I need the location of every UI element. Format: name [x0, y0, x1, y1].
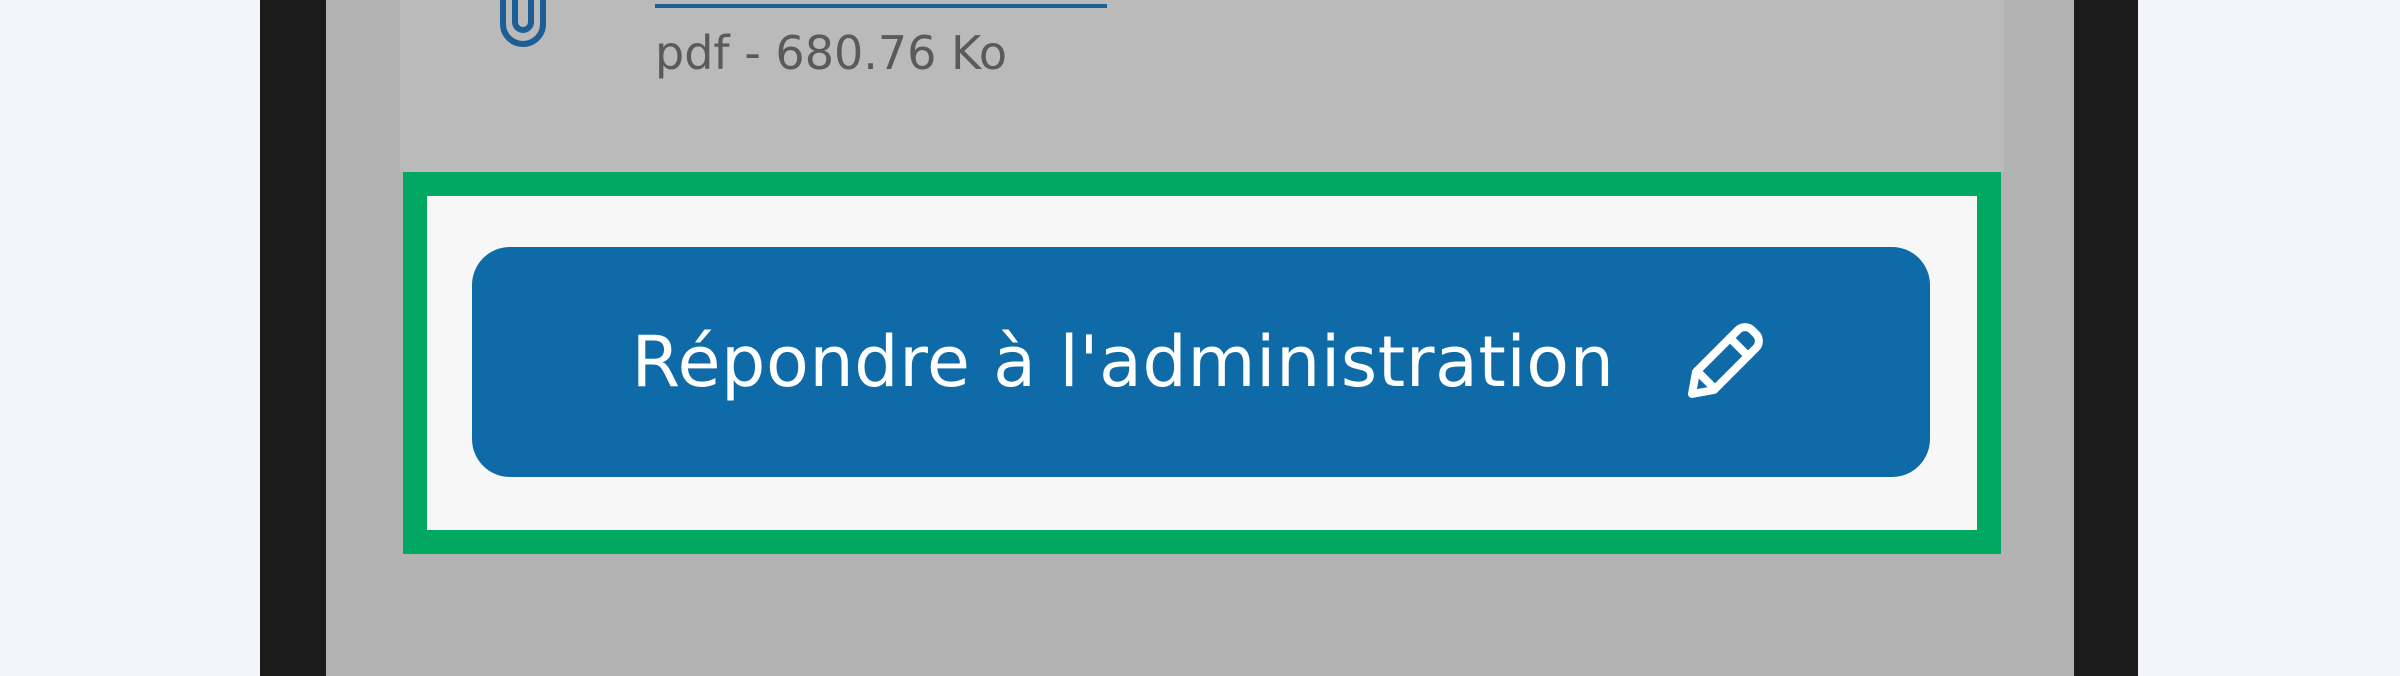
- pencil-icon: [1688, 323, 1764, 398]
- reply-to-administration-button[interactable]: Répondre à l'administration: [472, 247, 1930, 477]
- reply-button-label: Répondre à l'administration: [631, 321, 1615, 403]
- attachment-link[interactable]: [655, 4, 1107, 8]
- attachment-card: [400, 0, 2004, 172]
- app-screen: pdf - 680.76 Ko Répondre à l'administrat…: [0, 0, 2400, 676]
- paperclip-icon: [500, 0, 546, 47]
- attachment-file-info: pdf - 680.76 Ko: [655, 26, 1008, 80]
